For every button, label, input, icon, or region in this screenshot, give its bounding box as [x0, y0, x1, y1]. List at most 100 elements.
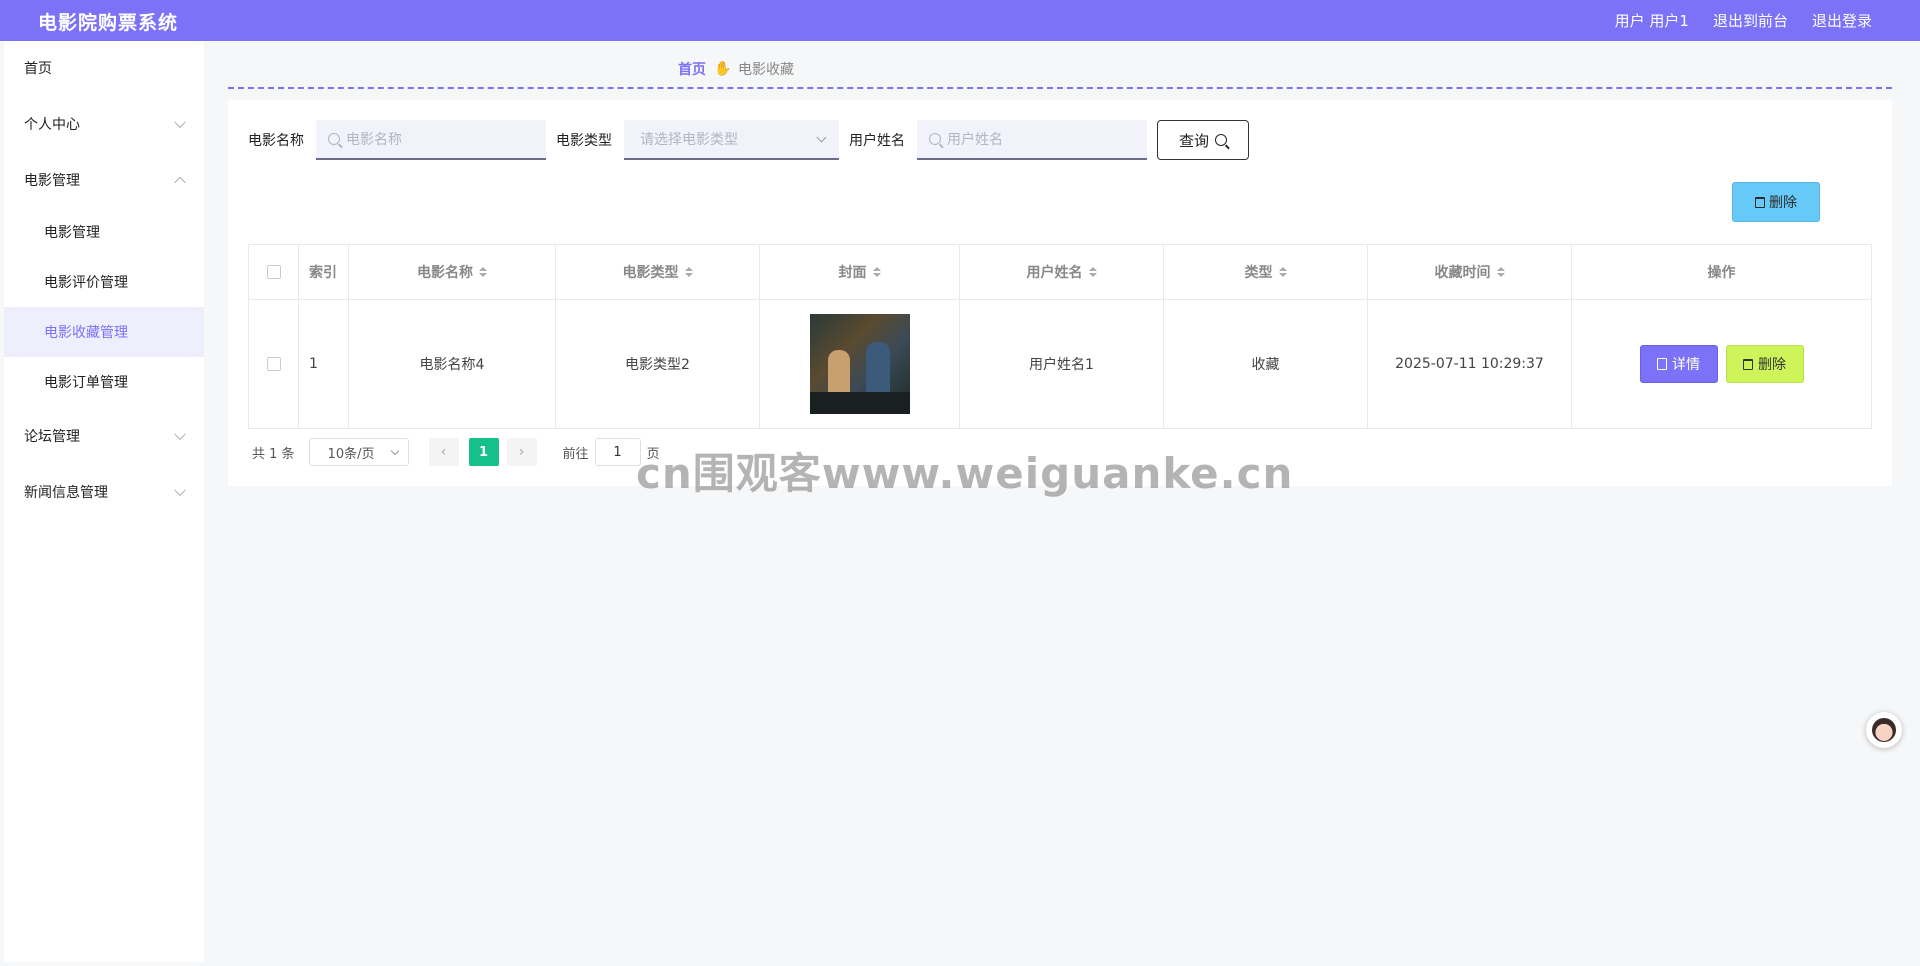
- cell-collect-time: 2025-07-11 10:29:37: [1368, 300, 1572, 428]
- column-header-user-name[interactable]: 用户姓名: [960, 245, 1164, 299]
- column-header-label: 电影类型: [622, 265, 679, 281]
- detail-button-label: 详情: [1672, 357, 1700, 373]
- column-header-label: 类型: [1244, 265, 1273, 281]
- search-icon: [929, 133, 941, 145]
- sort-icon[interactable]: [1278, 267, 1287, 277]
- movie-type-placeholder: 请选择电影类型: [640, 132, 738, 148]
- movie-name-label: 电影名称: [248, 133, 304, 149]
- movie-type-select[interactable]: 请选择电影类型: [624, 120, 839, 160]
- sort-icon[interactable]: [1496, 267, 1505, 277]
- detail-button[interactable]: 详情: [1639, 345, 1718, 383]
- user-name-placeholder: 用户姓名: [947, 132, 1003, 148]
- sort-icon[interactable]: [479, 267, 487, 277]
- sort-icon[interactable]: [1088, 267, 1097, 277]
- sidebar-item-home[interactable]: 首页: [4, 43, 204, 93]
- pagination: 共 1 条 10条/页 ‹ 1 › 前往 1 页: [252, 438, 660, 466]
- back-to-front-link[interactable]: 退出到前台: [1713, 10, 1788, 31]
- movie-cover-image[interactable]: [809, 314, 910, 414]
- sidebar-item-label: 个人中心: [24, 117, 80, 133]
- row-checkbox[interactable]: [266, 357, 281, 371]
- movie-name-placeholder: 电影名称: [346, 132, 402, 148]
- trash-icon: [1743, 358, 1753, 370]
- sidebar-item-personal-center[interactable]: 个人中心: [4, 99, 204, 149]
- page-size-value: 10条/页: [327, 446, 375, 462]
- sidebar: 首页 个人中心 电影管理 电影管理 电影评价管理 电影收藏管理 电影订单管理 论…: [4, 41, 204, 962]
- goto-label: 前往: [562, 446, 589, 462]
- chevron-down-icon: [390, 446, 399, 456]
- sidebar-subitem-movie-review-management[interactable]: 电影评价管理: [4, 257, 204, 307]
- table-header-row: 索引 电影名称 电影类型 封面 用户姓名 类型 收藏时间 操作: [249, 245, 1871, 300]
- sidebar-subitem-movie-favorites-management[interactable]: 电影收藏管理: [4, 307, 204, 357]
- sidebar-item-news-management[interactable]: 新闻信息管理: [4, 467, 204, 517]
- assistant-avatar-button[interactable]: [1866, 712, 1902, 748]
- column-header-label: 操作: [1707, 265, 1736, 281]
- column-header-label: 用户姓名: [1026, 265, 1083, 281]
- chevron-down-icon: [174, 428, 186, 441]
- chevron-left-icon: ‹: [440, 444, 447, 460]
- header-actions: 用户 用户1 退出到前台 退出登录: [1615, 10, 1872, 31]
- trash-icon: [1755, 196, 1765, 208]
- sidebar-subitem-label: 电影评价管理: [44, 275, 128, 291]
- column-header-label: 封面: [838, 265, 867, 281]
- sort-icon[interactable]: [872, 267, 881, 277]
- content-panel: 电影名称 电影名称 电影类型 请选择电影类型 用户姓名 用户姓名 查询 删除 索…: [228, 100, 1892, 486]
- breadcrumb-current: 电影收藏: [738, 62, 794, 78]
- row-delete-label: 删除: [1758, 357, 1786, 373]
- top-header: 电影院购票系统 用户 用户1 退出到前台 退出登录: [0, 0, 1920, 41]
- goto-page-input[interactable]: 1: [594, 438, 641, 466]
- breadcrumb-home-link[interactable]: 首页: [678, 59, 706, 79]
- cell-user-name: 用户姓名1: [960, 300, 1164, 428]
- row-delete-button[interactable]: 删除: [1725, 345, 1804, 383]
- batch-delete-label: 删除: [1769, 195, 1797, 211]
- breadcrumb-divider: [228, 87, 1892, 89]
- sort-icon[interactable]: [684, 267, 693, 277]
- sidebar-item-label: 论坛管理: [24, 429, 80, 445]
- favorites-table: 索引 电影名称 电影类型 封面 用户姓名 类型 收藏时间 操作 1 电影名称4 …: [248, 244, 1872, 429]
- query-button[interactable]: 查询: [1157, 120, 1249, 160]
- user-name-label: 用户姓名: [849, 133, 905, 149]
- prev-page-button[interactable]: ‹: [428, 438, 459, 466]
- pagination-total: 共 1 条: [252, 446, 295, 462]
- sidebar-subitem-movie-management[interactable]: 电影管理: [4, 207, 204, 257]
- chevron-down-icon: [816, 132, 827, 143]
- sidebar-item-label: 新闻信息管理: [24, 485, 108, 501]
- column-header-label: 收藏时间: [1434, 265, 1491, 281]
- column-header-cover[interactable]: 封面: [760, 245, 960, 299]
- column-header-actions: 操作: [1572, 245, 1871, 299]
- search-icon: [1215, 134, 1227, 146]
- sidebar-item-movie-management[interactable]: 电影管理: [4, 155, 204, 205]
- column-header-movie-name[interactable]: 电影名称: [349, 245, 556, 299]
- logout-link[interactable]: 退出登录: [1812, 10, 1872, 31]
- column-header-movie-type[interactable]: 电影类型: [556, 245, 760, 299]
- sidebar-subitem-label: 电影管理: [44, 225, 100, 241]
- avatar-icon: [1872, 718, 1896, 742]
- cell-actions: 详情 删除: [1572, 300, 1871, 428]
- search-form: 电影名称 电影名称 电影类型 请选择电影类型 用户姓名 用户姓名 查询: [248, 120, 1249, 160]
- sidebar-subitem-label: 电影订单管理: [44, 375, 128, 391]
- app-title: 电影院购票系统: [38, 12, 179, 34]
- column-header-type[interactable]: 类型: [1164, 245, 1368, 299]
- page-number-current[interactable]: 1: [468, 438, 499, 466]
- sidebar-item-label: 电影管理: [24, 173, 80, 189]
- page-size-select[interactable]: 10条/页: [308, 438, 409, 466]
- sidebar-subitem-movie-order-management[interactable]: 电影订单管理: [4, 357, 204, 407]
- user-name-input[interactable]: 用户姓名: [917, 120, 1147, 160]
- table-row: 1 电影名称4 电影类型2 用户姓名1 收藏 2025-07-11 10:29:…: [249, 300, 1871, 428]
- movie-name-input[interactable]: 电影名称: [316, 120, 546, 160]
- sidebar-item-forum-management[interactable]: 论坛管理: [4, 411, 204, 461]
- watermark-text: cn围观客www.weiguanke.cn: [636, 449, 1294, 498]
- column-header-collect-time[interactable]: 收藏时间: [1368, 245, 1572, 299]
- breadcrumb: 首页 ✋ 电影收藏: [678, 59, 794, 79]
- sidebar-item-label: 首页: [24, 61, 52, 77]
- batch-delete-button[interactable]: 删除: [1732, 182, 1820, 222]
- next-page-button[interactable]: ›: [506, 438, 537, 466]
- row-select-cell: [249, 300, 299, 428]
- cell-index: 1: [299, 300, 349, 428]
- chevron-down-icon: [174, 116, 186, 129]
- column-header-index: 索引: [299, 245, 349, 299]
- document-icon: [1657, 358, 1667, 370]
- current-user-label[interactable]: 用户 用户1: [1615, 10, 1689, 31]
- chevron-right-icon: ›: [518, 444, 525, 460]
- sidebar-subitem-label: 电影收藏管理: [44, 325, 128, 341]
- select-all-checkbox[interactable]: [266, 265, 281, 279]
